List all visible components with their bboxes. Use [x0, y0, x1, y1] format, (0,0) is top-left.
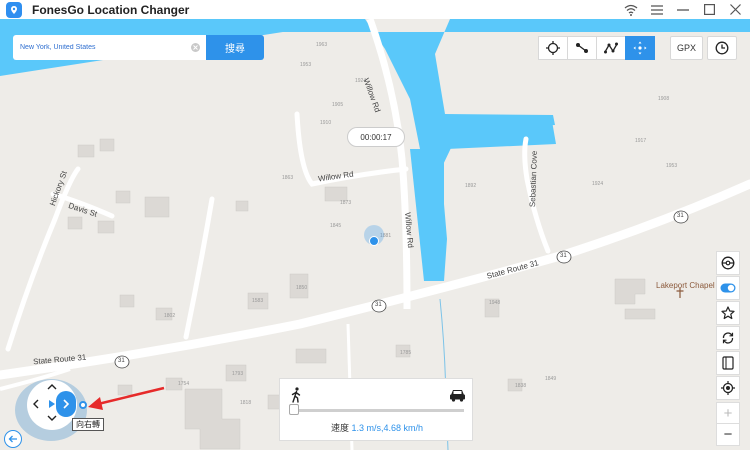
multi-spot-mode-button[interactable] [596, 36, 626, 60]
svg-text:1793: 1793 [232, 371, 243, 377]
svg-text:1863: 1863 [282, 175, 293, 181]
svg-text:1905: 1905 [332, 102, 343, 108]
svg-text:1917: 1917 [635, 138, 646, 144]
svg-text:1948: 1948 [489, 300, 500, 306]
gpx-import-button[interactable]: GPX [670, 36, 703, 60]
minimize-icon[interactable] [676, 3, 690, 17]
joystick-icon [633, 41, 647, 55]
chevron-down-icon [47, 415, 57, 421]
two-spot-mode-button[interactable] [567, 36, 597, 60]
search-bar: 搜尋 [13, 35, 264, 60]
app-logo-icon [6, 1, 22, 18]
label-chapel: Lakeport Chapel [656, 281, 715, 290]
phone-icon [722, 356, 734, 370]
route-shield-1: 31 [118, 358, 125, 364]
favorite-tool[interactable] [716, 301, 740, 325]
pokeball-tool[interactable] [716, 251, 740, 275]
walk-icon[interactable] [290, 387, 302, 403]
speed-value: 1.3 m/s,4.68 km/h [351, 423, 424, 433]
svg-text:1818: 1818 [240, 400, 251, 406]
refresh-tool[interactable] [716, 326, 740, 350]
teleport-mode-button[interactable] [538, 36, 568, 60]
search-input[interactable] [20, 44, 188, 51]
route-shield-3: 31 [560, 253, 567, 259]
svg-text:1754: 1754 [178, 381, 189, 387]
svg-text:1892: 1892 [465, 183, 476, 189]
joystick-left-button[interactable] [31, 398, 41, 410]
joystick-right-button[interactable] [56, 391, 76, 417]
clock-icon [715, 41, 729, 55]
multi-spot-icon [604, 42, 618, 54]
speed-slider-handle[interactable] [289, 404, 299, 415]
locate-tool[interactable] [716, 376, 740, 400]
history-button[interactable] [707, 36, 737, 60]
search-box [13, 35, 206, 60]
svg-text:1910: 1910 [320, 120, 331, 126]
locate-icon [721, 381, 735, 395]
refresh-icon [722, 332, 734, 344]
zoom-out-button[interactable]: − [717, 424, 739, 445]
joystick-mode-button[interactable] [625, 36, 655, 60]
close-icon[interactable] [728, 3, 742, 17]
movement-timer: 00:00:17 [347, 127, 405, 147]
toggle-icon [720, 283, 736, 293]
svg-text:1963: 1963 [316, 42, 327, 48]
mode-toolbar [538, 36, 655, 60]
svg-text:1838: 1838 [515, 383, 526, 389]
zoom-control: + − [716, 402, 740, 446]
water-branch [440, 121, 556, 149]
clear-search-icon[interactable] [191, 43, 200, 52]
joystick-down-button[interactable] [46, 413, 58, 423]
red-arrow-annotation [88, 386, 165, 410]
joystick-up-button[interactable] [46, 382, 58, 392]
car-icon[interactable] [449, 388, 466, 402]
svg-text:1953: 1953 [666, 163, 677, 169]
svg-text:1845: 1845 [330, 223, 341, 229]
side-toolbar [716, 251, 740, 401]
chevron-up-icon [47, 384, 57, 390]
svg-text:1849: 1849 [545, 376, 556, 382]
crosshair-icon [546, 41, 560, 55]
svg-text:1924: 1924 [592, 181, 603, 187]
menu-icon[interactable] [650, 3, 664, 17]
route-shield-4: 31 [677, 213, 684, 219]
maximize-icon[interactable] [702, 3, 716, 17]
chevron-left-icon [33, 399, 39, 409]
speed-panel: 速度 1.3 m/s,4.68 km/h [279, 378, 473, 441]
pokeball-icon [721, 256, 735, 270]
two-spot-icon [576, 43, 588, 53]
svg-text:1583: 1583 [252, 298, 263, 304]
side-road [183, 196, 215, 340]
svg-text:1850: 1850 [296, 285, 307, 291]
water-channel [410, 149, 444, 281]
app-title: FonesGo Location Changer [32, 2, 190, 17]
route-shield-2: 31 [375, 302, 382, 308]
joystick-tooltip: 向右轉 [72, 418, 104, 431]
device-tool[interactable] [716, 351, 740, 375]
star-icon [721, 306, 735, 320]
back-button[interactable] [4, 430, 22, 448]
svg-text:1873: 1873 [340, 200, 351, 206]
speed-readout: 速度 1.3 m/s,4.68 km/h [280, 421, 474, 434]
svg-text:1953: 1953 [300, 62, 311, 68]
location-pin[interactable] [369, 236, 379, 246]
search-button[interactable]: 搜尋 [206, 35, 264, 60]
chevron-right-icon [63, 399, 69, 409]
svg-text:1802: 1802 [164, 313, 175, 319]
speed-label: 速度 [330, 423, 349, 433]
arrow-left-icon [8, 435, 17, 443]
svg-text:1908: 1908 [658, 96, 669, 102]
title-bar: FonesGo Location Changer [0, 0, 750, 19]
toggle-tool[interactable] [716, 276, 740, 300]
zoom-in-button[interactable]: + [717, 403, 739, 424]
wifi-icon[interactable] [624, 3, 638, 17]
speed-slider-track[interactable] [292, 409, 464, 412]
svg-text:1785: 1785 [400, 350, 411, 356]
play-icon [49, 400, 55, 408]
